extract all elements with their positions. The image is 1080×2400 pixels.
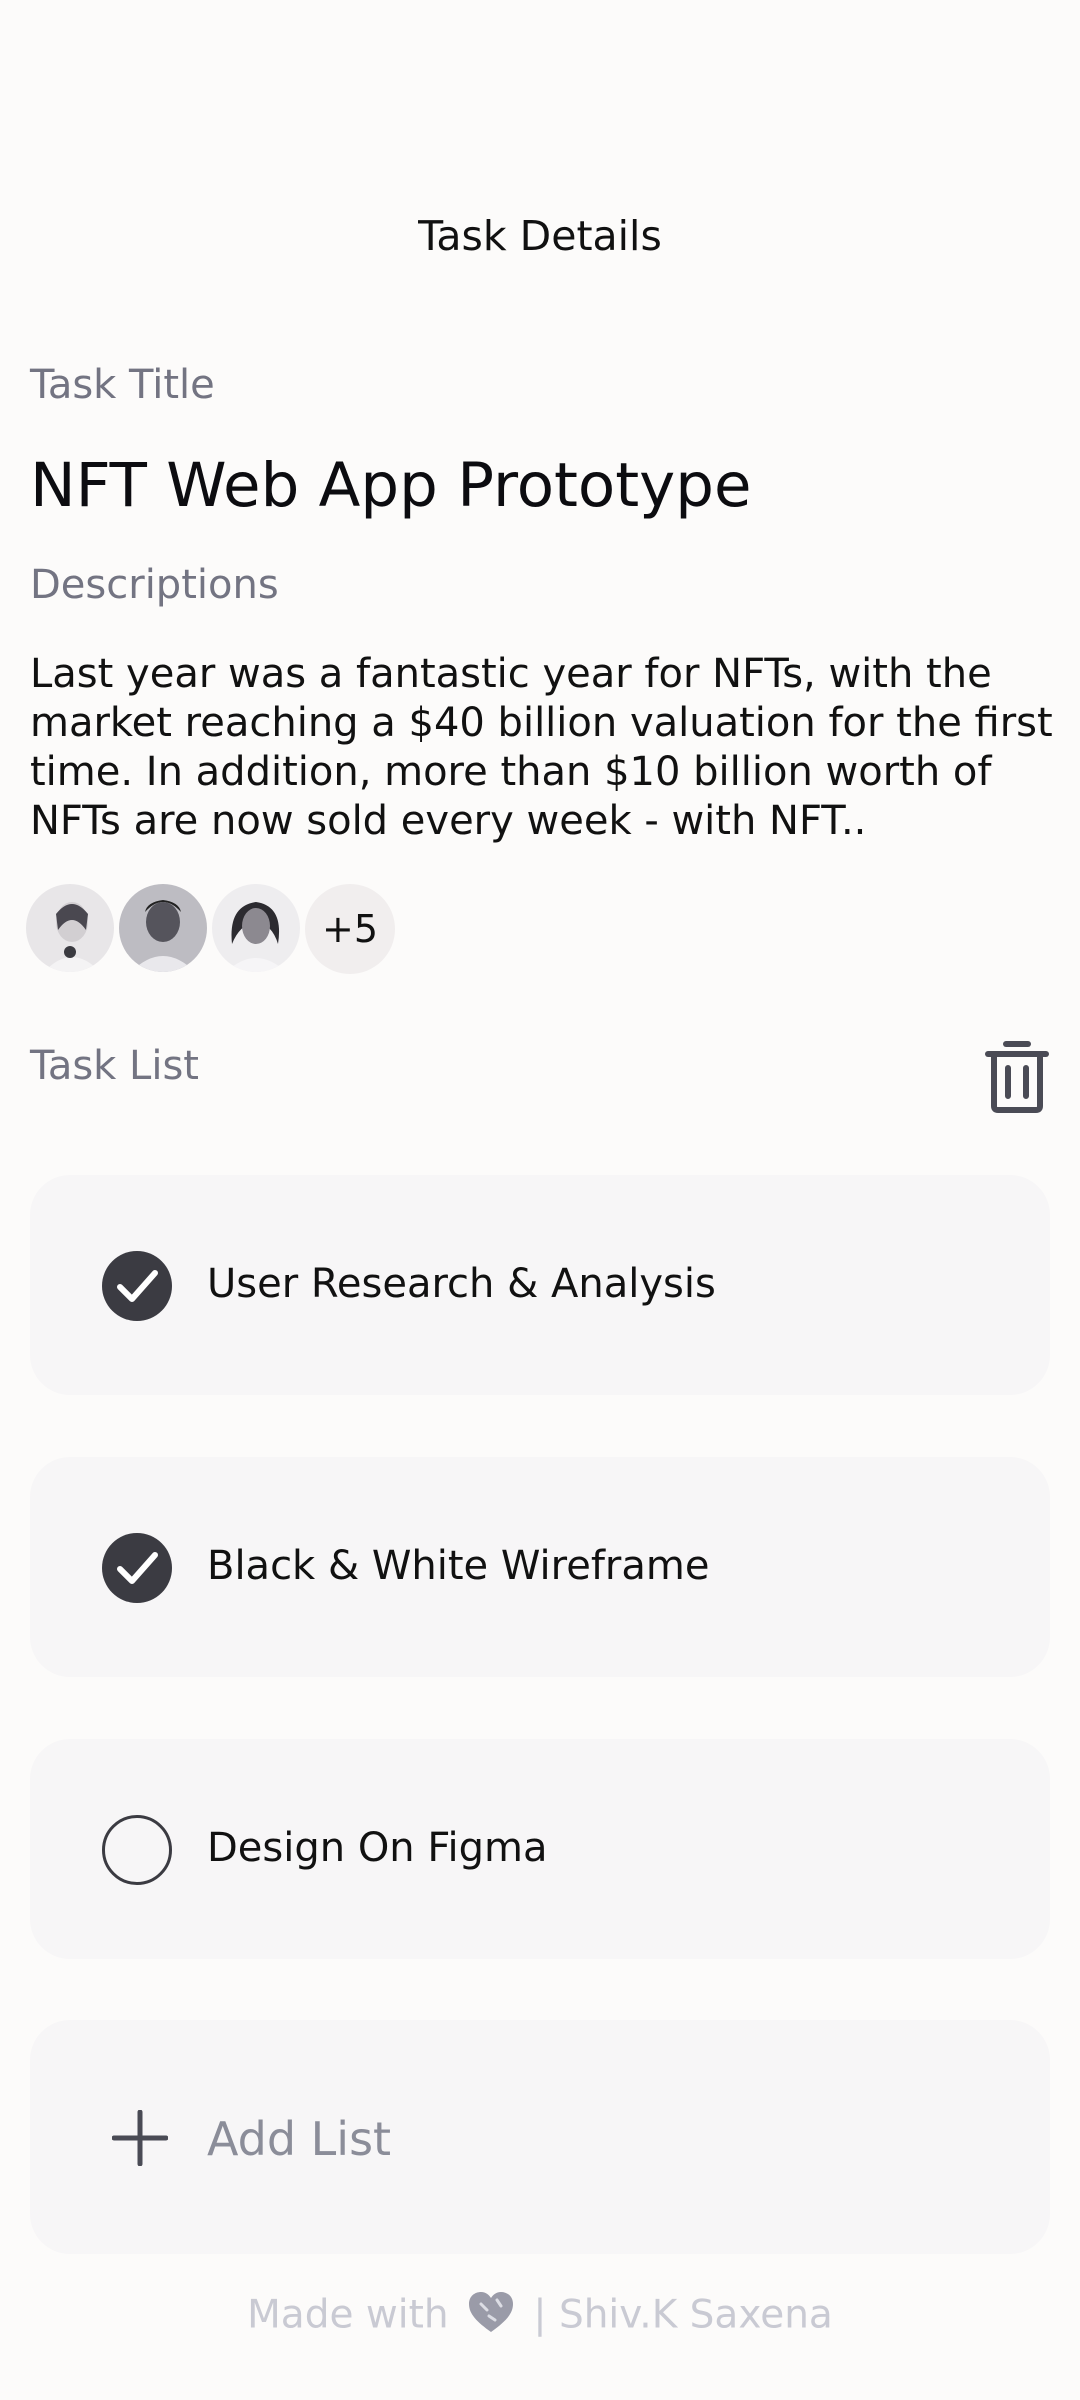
footer-credit: Made with | Shiv.K Saxena [0,2290,1080,2344]
task-item-label: User Research & Analysis [207,1261,716,1307]
footer-made-with: Made with [247,2292,449,2338]
task-title-label: Task Title [30,362,215,408]
task-item-label: Design On Figma [207,1825,548,1871]
trash-icon[interactable] [982,1038,1052,1114]
descriptions-label: Descriptions [30,562,279,608]
task-item[interactable]: Black & White Wireframe [30,1457,1050,1677]
more-members-count[interactable]: +5 [305,884,395,974]
task-title[interactable]: NFT Web App Prototype [30,450,752,521]
add-list-label: Add List [207,2112,392,2166]
checkmark-icon [117,1270,158,1302]
checkbox-unchecked[interactable] [102,1815,172,1885]
plus-icon [111,2109,169,2167]
avatar[interactable] [26,884,114,972]
page-title: Task Details [418,212,662,260]
task-description[interactable]: Last year was a fantastic year for NFTs,… [30,650,1060,846]
checkbox-checked[interactable] [102,1251,172,1321]
task-item-label: Black & White Wireframe [207,1543,710,1589]
task-list-label: Task List [30,1043,199,1089]
avatar[interactable] [119,884,207,972]
heart-icon [467,2290,515,2344]
member-avatars[interactable]: +5 [26,884,395,974]
add-list-button[interactable]: Add List [30,2020,1050,2254]
task-item[interactable]: Design On Figma [30,1739,1050,1959]
task-item[interactable]: User Research & Analysis [30,1175,1050,1395]
footer-author: | Shiv.K Saxena [533,2292,833,2338]
checkmark-icon [117,1552,158,1584]
checkbox-checked[interactable] [102,1533,172,1603]
avatar[interactable] [212,884,300,972]
